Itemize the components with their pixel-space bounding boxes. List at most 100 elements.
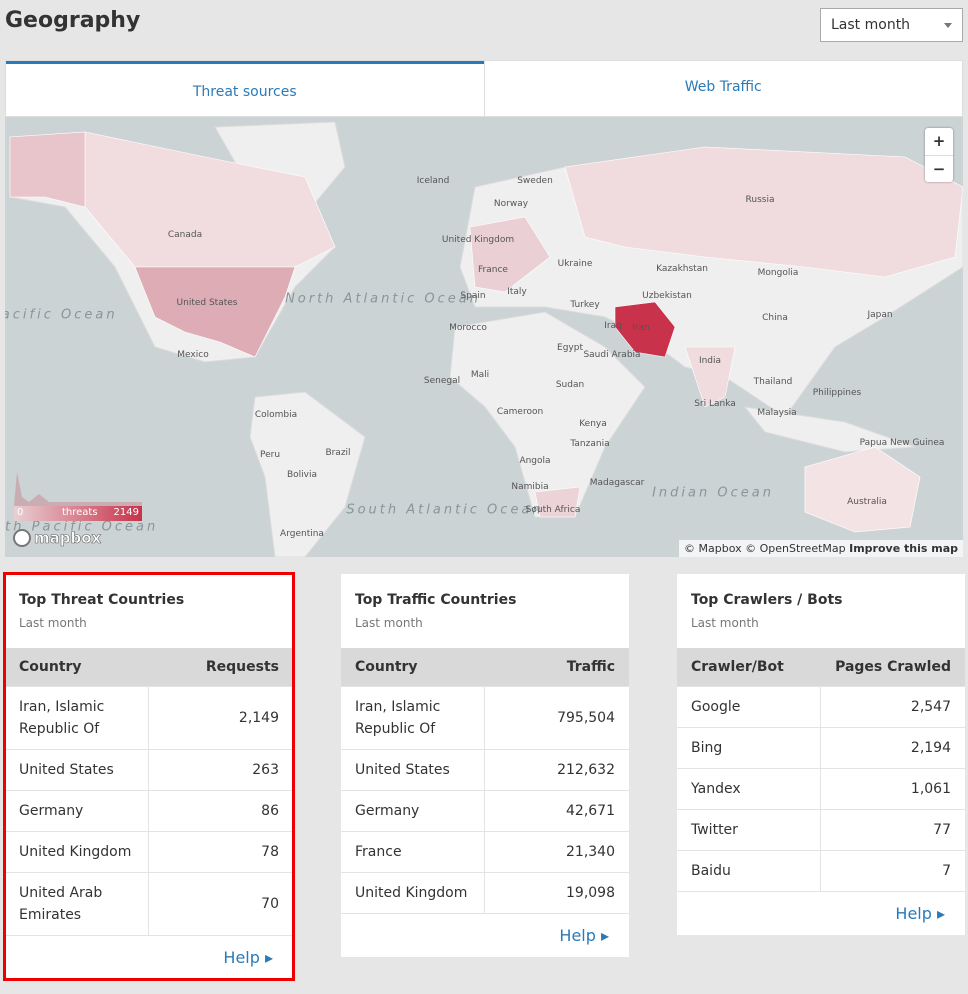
ocean-label: North Atlantic Ocean (285, 291, 481, 307)
column-header: Requests (148, 648, 293, 686)
country-label: Italy (507, 287, 527, 297)
legend-label: threats (62, 507, 98, 518)
country-label: Colombia (254, 410, 298, 420)
country-label: Peru (259, 450, 281, 460)
card-table: Country Requests Iran, Islamic Republic Of… (5, 648, 293, 935)
country-label: India (698, 356, 722, 366)
table-row: United Arab Emirates 70 (5, 871, 293, 935)
card-title: Top Crawlers / Bots (691, 592, 843, 608)
row-value: 70 (147, 871, 293, 935)
card-top-crawlers-bots: Top Crawlers / Bots Last month Crawler/Bo… (677, 574, 965, 935)
country-label: Morocco (449, 323, 487, 333)
world-map[interactable]: North Atlantic Ocean North Pacific Ocean… (5, 117, 963, 557)
table-row: Iran, Islamic Republic Of 795,504 (341, 685, 629, 749)
column-header: Crawler/Bot (677, 648, 820, 686)
page-title: Geography (5, 8, 141, 33)
mapbox-attribution-link[interactable]: © Mapbox (684, 542, 742, 555)
country-label: Russia (745, 195, 775, 205)
country-label: Philippines (812, 388, 862, 398)
country-label: United Kingdom (441, 235, 515, 245)
legend-min: 0 (17, 507, 24, 518)
card-top-traffic-countries: Top Traffic Countries Last month Country T… (341, 574, 629, 957)
country-label: France (478, 265, 508, 275)
country-label: Papua New Guinea (859, 438, 945, 448)
card-title: Top Threat Countries (19, 592, 185, 608)
card-title: Top Traffic Countries (355, 592, 517, 608)
country-label: Bolivia (286, 470, 318, 480)
card-subtitle: Last month (355, 616, 423, 630)
period-select[interactable]: Last month (820, 8, 963, 42)
threat-legend: 0 threats 2149 (14, 472, 142, 527)
zoom-out-button[interactable]: − (925, 155, 953, 182)
improve-map-link[interactable]: Improve this map (849, 542, 958, 555)
help-link[interactable]: Help ▸ (341, 912, 629, 957)
row-label: Germany (5, 789, 148, 831)
table-row: United States 212,632 (341, 748, 629, 790)
row-label: Germany (341, 789, 484, 831)
card-top-threat-countries: Top Threat Countries Last month Country Re… (3, 572, 295, 981)
table-row: Yandex 1,061 (677, 767, 965, 809)
table-row: Google 2,547 (677, 685, 965, 727)
tab-threat-sources[interactable]: Threat sources (6, 61, 484, 116)
row-value: 263 (147, 748, 293, 790)
country-label: Japan (867, 310, 893, 320)
row-value: 77 (819, 808, 965, 850)
period-select-value: Last month (831, 17, 911, 33)
tab-web-traffic[interactable]: Web Traffic (483, 61, 963, 116)
row-value: 78 (147, 830, 293, 872)
help-link[interactable]: Help ▸ (677, 890, 965, 935)
row-value: 2,194 (819, 726, 965, 768)
country-label: Iraq (604, 321, 622, 331)
country-label: China (762, 313, 788, 323)
legend-color-bar: 0 threats 2149 (14, 506, 142, 521)
row-label: United Kingdom (341, 871, 484, 913)
country-label: Mexico (177, 350, 209, 360)
row-value: 2,547 (819, 685, 965, 727)
row-label: United Arab Emirates (5, 871, 148, 935)
legend-max: 2149 (113, 507, 139, 518)
row-label: United States (341, 748, 484, 790)
card-table: Crawler/Bot Pages Crawled Google 2,547 Bing 2… (677, 648, 965, 891)
country-label: South Africa (525, 505, 581, 515)
table-row: United States 263 (5, 748, 293, 790)
country-label: Canada (167, 230, 203, 240)
country-label: Sri Lanka (694, 399, 736, 409)
region-alaska (9, 131, 86, 208)
table-row: France 21,340 (341, 830, 629, 872)
table-row: United Kingdom 78 (5, 830, 293, 872)
column-header: Country (341, 648, 484, 686)
mapbox-logo[interactable]: mapbox (13, 529, 102, 547)
table-row: Iran, Islamic Republic Of 2,149 (5, 685, 293, 749)
row-label: United Kingdom (5, 830, 148, 872)
table-row: Baidu 7 (677, 849, 965, 891)
country-label: Egypt (557, 343, 583, 353)
osm-attribution-link[interactable]: © OpenStreetMap (745, 542, 846, 555)
row-value: 212,632 (483, 748, 629, 790)
row-label: Iran, Islamic Republic Of (341, 685, 484, 749)
table-row: United Kingdom 19,098 (341, 871, 629, 913)
row-label: Iran, Islamic Republic Of (5, 685, 148, 749)
help-link[interactable]: Help ▸ (5, 934, 293, 979)
country-label: United States (176, 298, 238, 308)
row-label: Google (677, 685, 820, 727)
zoom-in-button[interactable]: + (925, 128, 953, 155)
row-label: Baidu (677, 849, 820, 891)
country-label: Ukraine (557, 259, 593, 269)
ocean-label: North Pacific Ocean (5, 307, 118, 323)
country-label: Tanzania (570, 439, 610, 449)
map-attribution: © Mapbox © OpenStreetMap Improve this ma… (679, 540, 963, 557)
country-label: Saudi Arabia (583, 350, 641, 360)
country-label: Argentina (280, 529, 324, 539)
tab-bar: Threat sources Web Traffic (5, 60, 963, 117)
country-label: Spain (460, 291, 486, 301)
mapbox-icon (13, 529, 31, 547)
row-label: Twitter (677, 808, 820, 850)
table-row: Germany 86 (5, 789, 293, 831)
table-row: Germany 42,671 (341, 789, 629, 831)
column-header: Country (5, 648, 148, 686)
country-label: Madagascar (589, 478, 645, 488)
column-header: Pages Crawled (820, 648, 965, 686)
row-value: 86 (147, 789, 293, 831)
country-label: Namibia (511, 482, 549, 492)
row-value: 1,061 (819, 767, 965, 809)
